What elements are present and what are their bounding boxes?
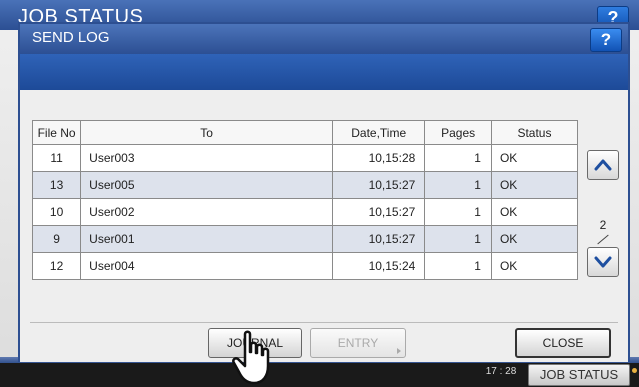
table-header-row: File No To Date,Time Pages Status [31, 120, 579, 145]
entry-button-label: ENTRY [337, 336, 379, 350]
table-row[interactable]: 10 User002 10,15:27 1 OK [31, 198, 579, 226]
entry-button[interactable]: ENTRY [310, 328, 406, 358]
status-indicator-icon [632, 368, 637, 373]
scroll-up-button[interactable] [587, 150, 619, 180]
cell-to: User005 [80, 171, 334, 199]
column-header-file-no: File No [31, 120, 82, 145]
job-status-button[interactable]: JOB STATUS [528, 364, 630, 386]
cell-status: OK [490, 225, 579, 253]
cell-datetime: 10,15:24 [332, 252, 426, 280]
cell-pages: 1 [424, 171, 492, 199]
cell-datetime: 10,15:27 [332, 225, 426, 253]
cell-to: User002 [80, 198, 334, 226]
send-log-table: File No To Date,Time Pages Status 11 Use… [31, 120, 579, 280]
cell-file-no: 13 [31, 171, 82, 199]
cell-to: User001 [80, 225, 334, 253]
column-header-status: Status [490, 120, 579, 145]
dialog-band [20, 54, 628, 90]
help-button[interactable]: ? [590, 28, 622, 52]
cell-status: OK [490, 171, 579, 199]
column-header-to: To [80, 120, 334, 145]
cell-to: User004 [80, 252, 334, 280]
cell-file-no: 9 [31, 225, 82, 253]
hand-pointer-icon [232, 330, 270, 385]
arrow-right-icon [397, 348, 401, 354]
cell-status: OK [490, 198, 579, 226]
send-log-dialog: SEND LOG ? File No To Date,Time Pages St… [18, 22, 630, 362]
cell-datetime: 10,15:27 [332, 198, 426, 226]
clock: 17 : 28 [485, 366, 517, 377]
close-button[interactable]: CLOSE [515, 328, 611, 358]
cell-pages: 1 [424, 198, 492, 226]
table-row[interactable]: 9 User001 10,15:27 1 OK [31, 225, 579, 253]
cell-file-no: 11 [31, 144, 82, 172]
cell-status: OK [490, 144, 579, 172]
cell-pages: 1 [424, 252, 492, 280]
dialog-header: SEND LOG ? [20, 24, 628, 54]
cell-pages: 1 [424, 144, 492, 172]
divider [30, 322, 618, 323]
column-header-datetime: Date,Time [332, 120, 426, 145]
cell-file-no: 10 [31, 198, 82, 226]
table-row[interactable]: 13 User005 10,15:27 1 OK [31, 171, 579, 199]
dialog-title: SEND LOG [32, 29, 110, 46]
cell-pages: 1 [424, 225, 492, 253]
cell-datetime: 10,15:27 [332, 171, 426, 199]
cell-datetime: 10,15:28 [332, 144, 426, 172]
chevron-up-icon [594, 159, 612, 171]
chevron-down-icon [594, 256, 612, 268]
cell-status: OK [490, 252, 579, 280]
table-row[interactable]: 12 User004 10,15:24 1 OK [31, 252, 579, 280]
page-current: 2 [599, 218, 607, 232]
page-separator [587, 232, 619, 246]
scroll-down-button[interactable] [587, 247, 619, 277]
table-row[interactable]: 11 User003 10,15:28 1 OK [31, 144, 579, 172]
column-header-pages: Pages [424, 120, 492, 145]
cell-file-no: 12 [31, 252, 82, 280]
cell-to: User003 [80, 144, 334, 172]
